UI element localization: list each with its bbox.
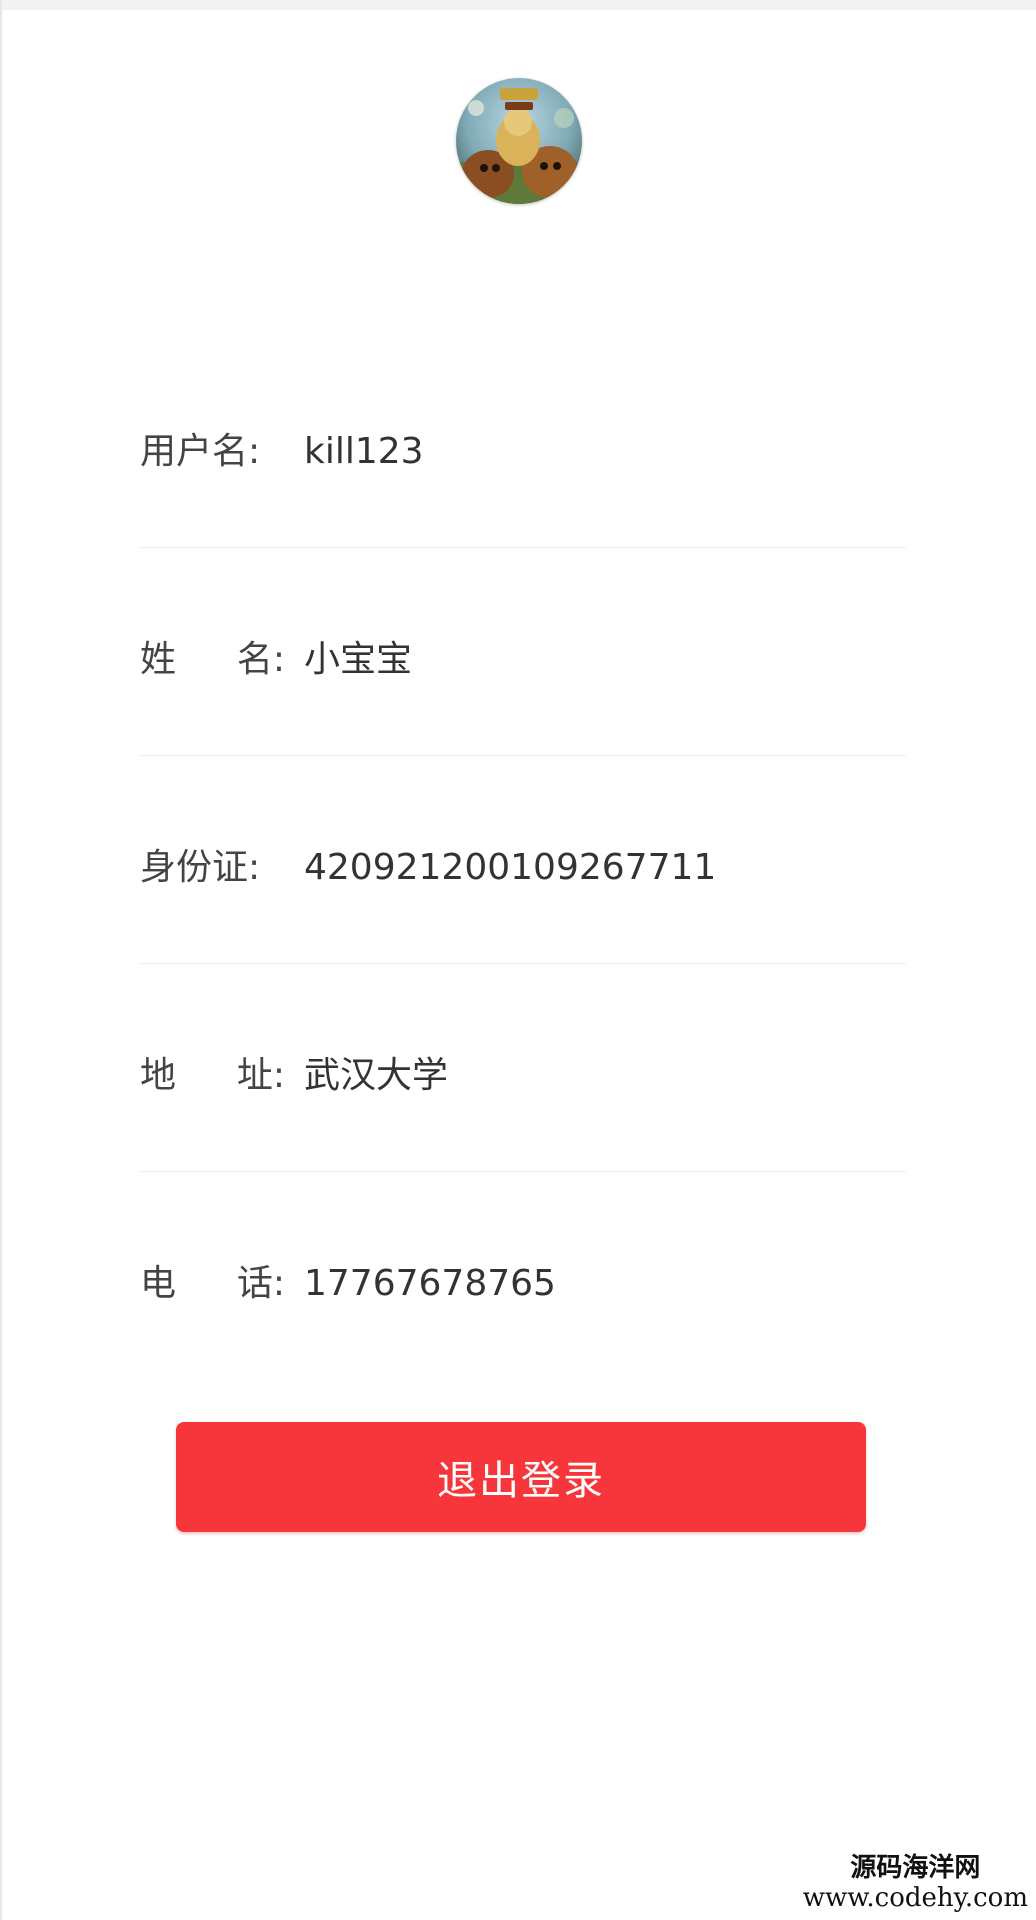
address-value: 武汉大学 xyxy=(304,1055,449,1096)
status-bar-shade xyxy=(0,0,1036,10)
name-label: 姓 名: xyxy=(140,636,285,684)
username-label: 用户名: xyxy=(140,431,261,472)
info-row-address: 地 址: 武汉大学 xyxy=(140,964,906,1172)
username-value: kill123 xyxy=(304,431,424,472)
address-label-char-1: 地 xyxy=(140,1055,177,1096)
id-card-value: 420921200109267711 xyxy=(304,847,717,888)
name-value: 小宝宝 xyxy=(304,639,413,680)
info-row-name: 姓 名: 小宝宝 xyxy=(140,548,906,756)
avatar[interactable] xyxy=(456,78,582,204)
info-row-username: 用户名: kill123 xyxy=(140,340,906,548)
watermark-site-name: 源码海洋网 xyxy=(850,1853,981,1884)
name-label-char-1: 姓 xyxy=(140,639,177,680)
phone-label-char-2: 话: xyxy=(236,1263,285,1304)
watermark-site-url: www.codehy.com xyxy=(802,1883,1028,1914)
page-left-edge xyxy=(0,0,2,1920)
phone-label: 电 话: xyxy=(140,1260,285,1308)
name-label-char-2: 名: xyxy=(236,639,285,680)
site-watermark: 源码海洋网 www.codehy.com xyxy=(802,1853,1028,1914)
address-label: 地 址: xyxy=(140,1052,285,1100)
phone-label-char-1: 电 xyxy=(140,1263,177,1304)
avatar-image-icon xyxy=(456,78,582,204)
id-card-label: 身份证: xyxy=(140,847,261,888)
info-row-id-card: 身份证: 420921200109267711 xyxy=(140,756,906,964)
address-label-char-2: 址: xyxy=(236,1055,285,1096)
logout-button-label: 退出登录 xyxy=(437,1458,605,1504)
logout-button[interactable]: 退出登录 xyxy=(176,1422,866,1532)
phone-value: 17767678765 xyxy=(304,1263,556,1304)
info-row-phone: 电 话: 17767678765 xyxy=(140,1172,906,1380)
